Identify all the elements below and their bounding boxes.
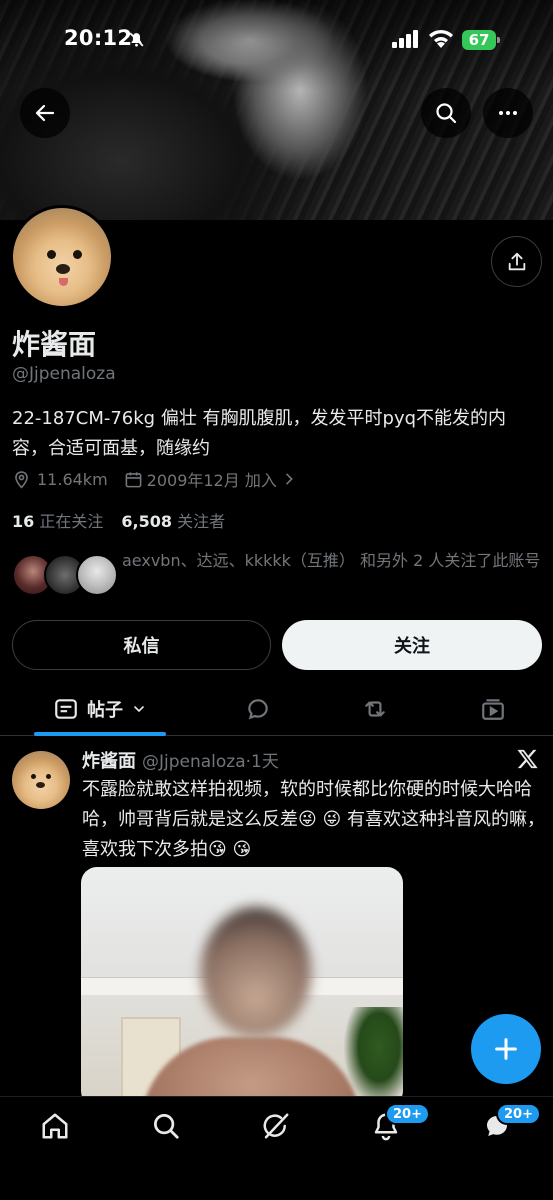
plus-icon: [495, 1038, 517, 1060]
profile-bio: 22-187CM-76kg 偏壮 有胸肌腹肌，发发平时pyq不能发的内容，合适可…: [12, 408, 507, 459]
post-time: ·1天: [245, 752, 279, 772]
status-time: 20:12: [64, 26, 133, 50]
profile-name: 炸酱面: [12, 328, 97, 361]
post-item[interactable]: 炸酱面 @Jjpenaloza ·1天 不露脸就敢这样拍视频，软的时候都比你硬的…: [0, 737, 553, 1107]
more-icon: [499, 111, 517, 115]
post-handle[interactable]: @Jjpenaloza: [142, 752, 246, 772]
signal-icon: [392, 30, 418, 48]
search-icon: [436, 103, 457, 124]
tab-replies[interactable]: [232, 682, 284, 736]
profile-joined[interactable]: 2009年12月 加入: [147, 467, 277, 491]
profile-meta: 11.64km 2009年12月 加入: [12, 468, 297, 490]
share-icon: [508, 252, 525, 270]
avatar-eye: [46, 774, 51, 779]
search-button[interactable]: [421, 88, 471, 138]
tab-posts[interactable]: 帖子: [34, 682, 166, 736]
nav-grok[interactable]: [261, 1111, 293, 1143]
follow-stats: 16 正在关注 6,508 关注者: [12, 508, 225, 532]
tab-posts-label: 帖子: [87, 700, 123, 721]
profile-handle: @Jjpenaloza: [12, 364, 116, 384]
active-tab-indicator: [34, 732, 166, 736]
followed-by-text: aexvbn、达远、kkkkk（互推） 和另外 2 人关注了此账号: [122, 551, 541, 570]
following-label: 正在关注: [39, 512, 104, 531]
media-icon: [482, 699, 504, 720]
avatar-nose: [56, 264, 70, 274]
bell-off-icon: [129, 32, 144, 47]
search-icon: [154, 1114, 179, 1139]
message-button[interactable]: 私信: [12, 620, 271, 670]
repost-icon: [365, 701, 385, 717]
compose-button[interactable]: [471, 1014, 541, 1084]
following-link[interactable]: 16 正在关注: [12, 508, 103, 532]
wifi-icon: [429, 30, 453, 48]
following-count: 16: [12, 512, 35, 531]
nav-home[interactable]: [40, 1111, 72, 1143]
followers-link[interactable]: 6,508 关注者: [121, 508, 225, 532]
post-media[interactable]: [81, 867, 403, 1107]
x-logo-icon: [517, 749, 538, 769]
post-author[interactable]: 炸酱面: [82, 747, 136, 773]
location-icon: [15, 470, 28, 489]
grok-icon: [263, 1113, 289, 1139]
tab-reposts[interactable]: [349, 682, 401, 736]
follow-button[interactable]: 关注: [282, 620, 542, 670]
posts-icon: [55, 699, 77, 719]
profile-avatar[interactable]: [10, 205, 114, 309]
nav-search[interactable]: [151, 1111, 183, 1143]
post-header: 炸酱面 @Jjpenaloza ·1天: [82, 747, 279, 773]
profile-location: 11.64km: [37, 469, 108, 489]
avatar-eye: [47, 250, 56, 259]
notifications-badge: 20+: [385, 1103, 430, 1125]
more-button[interactable]: [483, 88, 533, 138]
chevron-right-icon[interactable]: [281, 471, 297, 487]
nav-notifications[interactable]: 20+: [371, 1103, 430, 1143]
chevron-down-icon[interactable]: [131, 701, 147, 717]
avatar-eye: [31, 774, 36, 779]
battery-level: 67: [468, 31, 490, 49]
followers-label: 关注者: [177, 512, 226, 531]
tab-media[interactable]: [467, 682, 519, 736]
avatar-nose: [36, 782, 45, 788]
avatar-tongue: [59, 278, 68, 286]
bottom-navigation: 20+ 20+: [0, 1096, 553, 1200]
home-icon: [42, 1113, 68, 1139]
media-person-head-blurred: [201, 907, 311, 1037]
nav-messages[interactable]: 20+: [482, 1103, 541, 1143]
post-avatar[interactable]: [12, 751, 70, 809]
profile-tabs: 帖子: [0, 682, 553, 736]
avatar-eye: [73, 250, 82, 259]
calendar-icon: [125, 471, 142, 487]
back-arrow-icon: [35, 104, 55, 122]
battery-cap: [497, 37, 500, 43]
share-profile-button[interactable]: [491, 236, 542, 287]
post-text: 不露脸就敢这样拍视频，软的时候都比你硬的时候大哈哈哈，帅哥背后就是这么反差😜 😜…: [82, 779, 545, 860]
messages-badge: 20+: [496, 1103, 541, 1125]
status-bar: 20:12 67: [0, 0, 553, 80]
followers-count: 6,508: [121, 512, 172, 531]
battery-indicator: 67: [462, 30, 500, 50]
follower-avatar: [76, 554, 118, 596]
back-button[interactable]: [20, 88, 70, 138]
reply-icon: [248, 699, 268, 720]
